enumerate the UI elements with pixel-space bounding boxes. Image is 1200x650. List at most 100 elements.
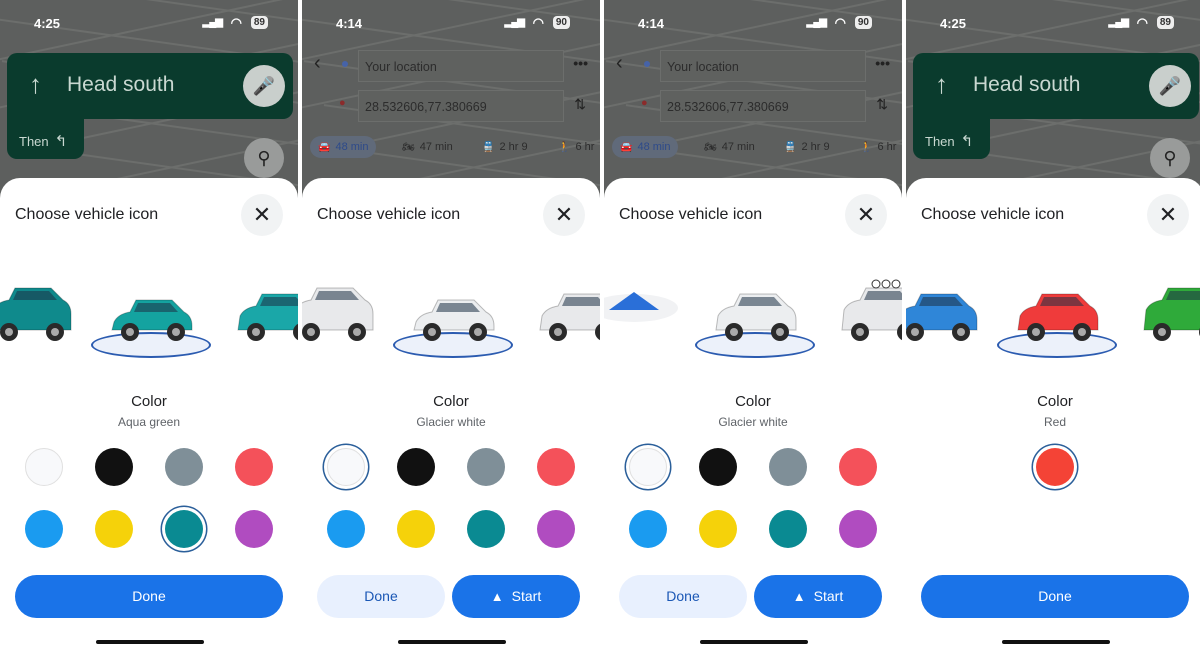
close-button[interactable]: ✕ <box>845 194 887 236</box>
status-bar: 4:14 ▂▄▆ ◠ 90 <box>604 14 902 34</box>
vehicle-option-suv[interactable] <box>302 270 377 360</box>
wifi-icon: ◠ <box>1136 15 1148 30</box>
search-button[interactable]: ⚲ <box>244 138 284 178</box>
car-icon <box>413 299 495 341</box>
color-swatch-red[interactable] <box>537 448 575 486</box>
color-swatch-purple[interactable] <box>537 510 575 548</box>
swap-direction-button[interactable]: ⇅ <box>876 96 888 113</box>
vehicle-option-offroad[interactable] <box>836 270 902 360</box>
color-swatch-gray[interactable] <box>165 448 203 486</box>
origin-input[interactable]: Your location <box>358 50 564 82</box>
swap-direction-button[interactable]: ⇅ <box>574 96 586 113</box>
color-swatch-blue[interactable] <box>25 510 63 548</box>
microphone-button[interactable]: 🎤 <box>243 65 285 107</box>
motorbike-icon: 🏍 <box>402 142 415 153</box>
travel-mode-motorbike[interactable]: 🏍 47 min <box>394 136 461 158</box>
color-swatch-gray[interactable] <box>769 448 807 486</box>
color-swatch-yellow[interactable] <box>95 510 133 548</box>
more-options-button[interactable]: ••• <box>875 55 890 71</box>
color-swatch-red[interactable] <box>235 448 273 486</box>
walk-icon: 🚶 <box>860 142 873 153</box>
done-button[interactable]: Done <box>619 575 747 618</box>
vehicle-option-hatch[interactable] <box>906 270 981 360</box>
status-time: 4:14 <box>336 16 363 31</box>
travel-mode-motorbike[interactable]: 🏍 47 min <box>696 136 763 158</box>
back-button[interactable]: ‹ <box>616 52 623 75</box>
selected-color-name: Red <box>1043 415 1066 429</box>
straight-arrow-icon: ↑ <box>29 69 42 99</box>
travel-mode-walk[interactable]: 🚶 6 hr <box>550 136 600 158</box>
color-swatch-purple[interactable] <box>839 510 877 548</box>
signal-icon: ▂▄▆ <box>806 17 827 28</box>
car-icon <box>906 293 978 341</box>
status-bar: 4:14 ▂▄▆ ◠ 90 <box>302 14 600 34</box>
color-swatch-black[interactable] <box>397 448 435 486</box>
navigation-arrow-icon: ▲ <box>490 589 504 604</box>
battery-level: 90 <box>552 16 570 29</box>
color-swatch-red[interactable] <box>1036 448 1074 486</box>
close-button[interactable]: ✕ <box>241 194 283 236</box>
more-options-button[interactable]: ••• <box>573 55 588 71</box>
then-card[interactable]: Then ↰ <box>913 119 990 159</box>
vehicle-option-hatch[interactable] <box>534 270 600 360</box>
wifi-icon: ◠ <box>834 15 846 30</box>
close-button[interactable]: ✕ <box>1147 194 1189 236</box>
car-icon <box>302 287 374 341</box>
search-button[interactable]: ⚲ <box>1150 138 1190 178</box>
vehicle-option-sports[interactable] <box>393 270 513 360</box>
color-swatch-white[interactable] <box>327 448 365 486</box>
travel-mode-transit[interactable]: 🚆 2 hr 9 <box>474 136 536 158</box>
car-icon <box>0 287 72 341</box>
color-swatch-teal[interactable] <box>769 510 807 548</box>
start-button[interactable]: ▲ Start <box>452 575 580 618</box>
car-icon: 🚘 <box>318 142 331 153</box>
turn-left-icon: ↰ <box>960 133 974 150</box>
color-swatch-black[interactable] <box>95 448 133 486</box>
transit-icon: 🚆 <box>482 142 495 153</box>
color-swatch-white[interactable] <box>25 448 63 486</box>
microphone-button[interactable]: 🎤 <box>1149 65 1191 107</box>
vehicle-option-arrow[interactable] <box>604 270 679 360</box>
color-swatch-teal[interactable] <box>467 510 505 548</box>
vehicle-option-suv[interactable] <box>0 270 75 360</box>
travel-mode-transit[interactable]: 🚆 2 hr 9 <box>776 136 838 158</box>
color-swatch-purple[interactable] <box>235 510 273 548</box>
color-swatch-teal[interactable] <box>165 510 203 548</box>
color-swatch-yellow[interactable] <box>397 510 435 548</box>
vehicle-option-truck[interactable] <box>1138 270 1200 360</box>
color-swatch-blue[interactable] <box>629 510 667 548</box>
color-swatch-yellow[interactable] <box>699 510 737 548</box>
travel-mode-car[interactable]: 🚘 48 min <box>612 136 679 158</box>
color-swatch-blue[interactable] <box>327 510 365 548</box>
done-button[interactable]: Done <box>317 575 445 618</box>
destination-input[interactable]: 28.532606,77.380669 <box>358 90 564 122</box>
color-swatch-white[interactable] <box>629 448 667 486</box>
done-button[interactable]: Done <box>921 575 1189 618</box>
vehicle-option-sports[interactable] <box>91 270 211 360</box>
wifi-icon: ◠ <box>230 15 242 30</box>
vehicle-option-sedan[interactable] <box>997 270 1117 360</box>
navigation-instruction-card[interactable]: ↑ Head south 🎤 <box>913 53 1199 119</box>
close-button[interactable]: ✕ <box>543 194 585 236</box>
sheet-title: Choose vehicle icon <box>921 206 1065 223</box>
origin-input[interactable]: Your location <box>660 50 866 82</box>
color-swatch-red[interactable] <box>839 448 877 486</box>
travel-time: 47 min <box>419 141 453 153</box>
vehicle-option-sedan[interactable] <box>695 270 815 360</box>
then-card[interactable]: Then ↰ <box>7 119 84 159</box>
color-swatch-black[interactable] <box>699 448 737 486</box>
travel-mode-car[interactable]: 🚘 48 min <box>310 136 377 158</box>
start-label: Start <box>813 588 844 604</box>
vehicle-option-hatch[interactable] <box>232 270 298 360</box>
destination-input[interactable]: 28.532606,77.380669 <box>660 90 866 122</box>
navigation-instruction-card[interactable]: ↑ Head south 🎤 <box>7 53 293 119</box>
done-button[interactable]: Done <box>15 575 283 618</box>
navigation-arrow-icon: ▲ <box>792 589 806 604</box>
car-icon <box>111 299 193 341</box>
back-button[interactable]: ‹ <box>314 52 321 75</box>
travel-time: 6 hr <box>575 141 595 153</box>
navigation-arrow-icon <box>604 292 678 322</box>
start-button[interactable]: ▲ Start <box>754 575 882 618</box>
travel-mode-walk[interactable]: 🚶 6 hr <box>852 136 902 158</box>
color-swatch-gray[interactable] <box>467 448 505 486</box>
